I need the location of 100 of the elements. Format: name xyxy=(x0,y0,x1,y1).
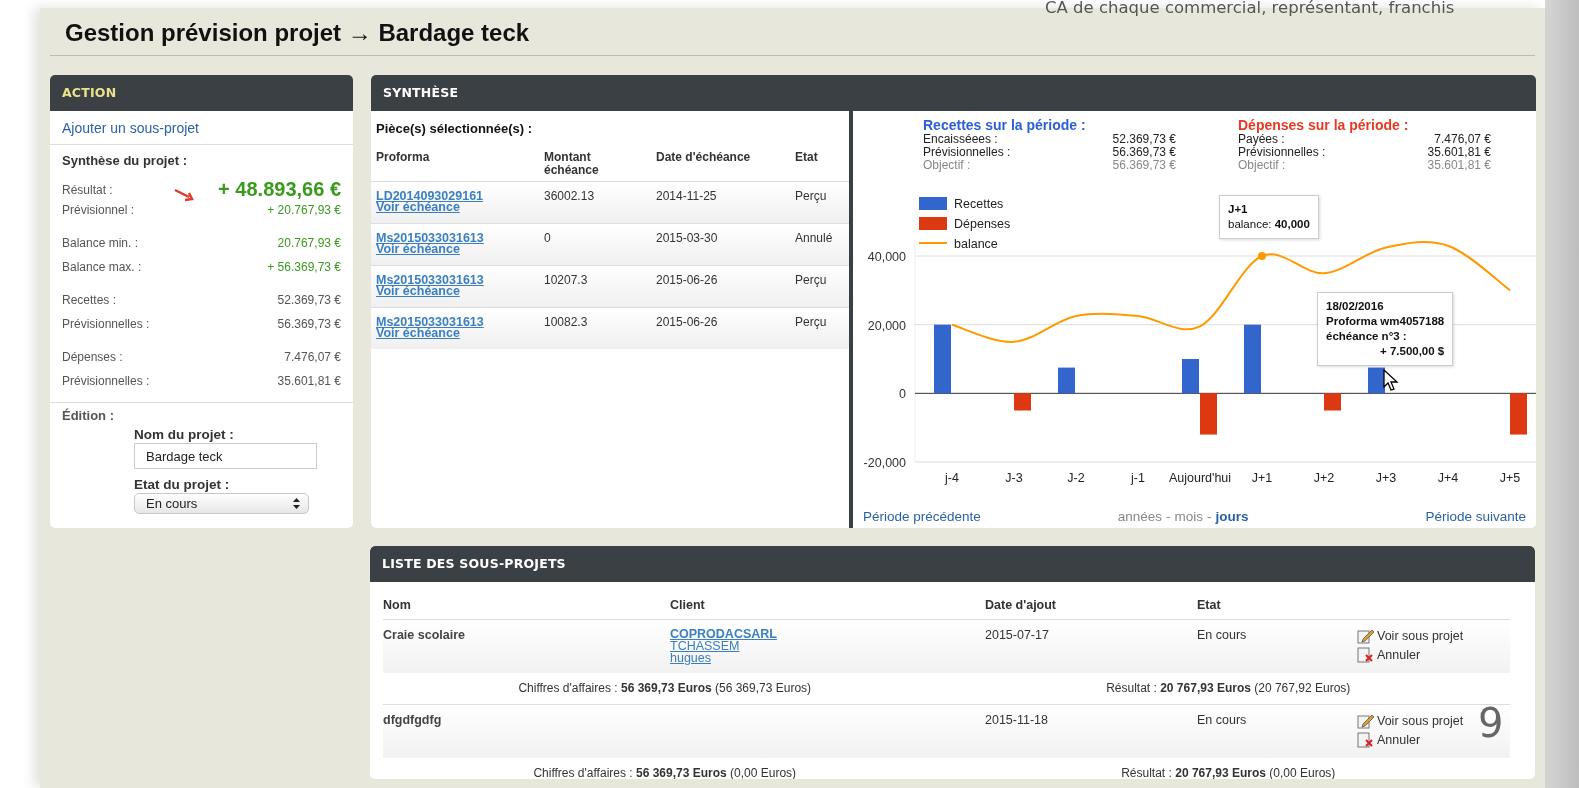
action-link[interactable]: Annuler xyxy=(1357,732,1421,748)
field-label: Etat du projet : xyxy=(134,477,231,492)
slide-caption: CA de chaque commercial, représentant, franchis xyxy=(1045,0,1456,17)
previous-period-link[interactable]: Période précédente xyxy=(863,509,981,524)
document-cross-icon xyxy=(1357,732,1375,748)
period-option[interactable]: jours xyxy=(1215,509,1249,524)
result-summary: Résultat : 20 767,93 Euros (0,00 Euros) xyxy=(1121,766,1336,779)
summary-heading: Synthèse du projet : xyxy=(61,152,188,170)
proforma-link[interactable]: Ms2015033031613 xyxy=(376,317,484,328)
stat-value: 20.767,93 € xyxy=(277,236,341,250)
stat-label: Balance max. : xyxy=(62,260,143,274)
due-link[interactable]: Voir échéance xyxy=(376,286,460,297)
column-header: Client xyxy=(670,598,705,612)
proforma-link[interactable]: LD2014093029161 xyxy=(376,191,484,202)
axis-label: J+4 xyxy=(1437,471,1459,485)
action-link[interactable]: Voir sous projet xyxy=(1357,713,1464,729)
due-link[interactable]: Voir échéance xyxy=(376,328,460,339)
table-cell: 2015-07-17 xyxy=(985,628,1049,642)
client-link[interactable]: TCHASSEM xyxy=(670,640,740,652)
panel-header: ACTION xyxy=(50,75,353,111)
summary-label: Prévisionnelles : xyxy=(923,146,1011,159)
next-period-link[interactable]: Période suivante xyxy=(1425,509,1526,524)
axis-label: 40,000 xyxy=(867,250,906,264)
summary-value: 56.369,73 € xyxy=(1112,159,1176,172)
add-subproject-link[interactable]: Ajouter un sous-projet xyxy=(62,120,199,136)
stat-label: Résultat : xyxy=(62,182,114,197)
legend-label: Dépenses xyxy=(954,217,1011,231)
table-cell: 10082.3 xyxy=(544,315,588,329)
revenue-summary: Chiffres d'affaires : 56 369,73 Euros (0,00 Euros) xyxy=(533,766,797,779)
table-cell: Perçu xyxy=(795,315,827,329)
result-summary: Résultat : 20 767,93 Euros (20 767,92 Euros) xyxy=(1106,681,1351,695)
table-cell: 10207.3 xyxy=(544,273,588,287)
column-header: Etat xyxy=(795,150,818,164)
column-header: Etat xyxy=(1197,598,1221,612)
panel-header: LISTE DES SOUS-PROJETS xyxy=(370,546,1535,582)
arrow-icon xyxy=(174,188,197,202)
table-cell: 2015-03-30 xyxy=(656,231,718,245)
chart-tooltip: 18/02/2016 Proforma wm4057188 échéance n°3 : + 7.500,00 $ xyxy=(1317,291,1454,366)
point-marker xyxy=(1258,252,1266,260)
table-cell: Perçu xyxy=(795,273,827,287)
bar xyxy=(1510,393,1527,435)
stat-label: Prévisionnelles : xyxy=(62,317,151,331)
legend-swatch xyxy=(919,197,947,210)
bar xyxy=(1182,359,1199,394)
axis-label: j-4 xyxy=(945,471,959,485)
edit-icon xyxy=(1357,628,1375,644)
summary-title: Dépenses sur la période : xyxy=(1238,118,1410,133)
column-header: Date d'ajout xyxy=(985,598,1057,612)
table-cell: Perçu xyxy=(795,189,827,203)
summary-label: Encaisséees : xyxy=(923,133,998,146)
name-field[interactable]: Bardage teck xyxy=(134,443,317,469)
table-cell: 2015-06-26 xyxy=(656,273,718,287)
table-cell: 2014-11-25 xyxy=(656,189,717,203)
action-link[interactable]: Annuler xyxy=(1357,647,1421,663)
due-link[interactable]: Voir échéance xyxy=(376,202,460,213)
proforma-link[interactable]: Ms2015033031613 xyxy=(376,275,484,286)
axis-label: J-2 xyxy=(1067,471,1085,485)
column-header: Montant échéance xyxy=(544,151,600,177)
legend-label: Recettes xyxy=(954,197,1004,211)
stat-value: 52.369,73 € xyxy=(277,293,341,307)
column-header: Proforma xyxy=(376,150,430,164)
subproject-name: dfgdfgdfg xyxy=(383,713,442,727)
annotation: 18/02/2016 Proforma wm4057188 échéance n°3 : + 7.500,00 $ xyxy=(1326,299,1445,357)
state-select[interactable]: En cours xyxy=(134,493,309,514)
axis-label: J+2 xyxy=(1313,471,1335,485)
summary-value: 56.369,73 € xyxy=(1112,146,1176,159)
legend-line xyxy=(918,242,948,244)
page-number: 9 xyxy=(1478,700,1504,746)
action-link[interactable]: Voir sous projet xyxy=(1357,628,1464,644)
stat-label: Prévisionnel : xyxy=(62,203,136,217)
client-link[interactable]: COPRODACSARL xyxy=(670,628,777,640)
summary-value: 35.601,81 € xyxy=(1427,159,1491,172)
stat-value: + 20.767,93 € xyxy=(267,203,341,217)
stat-label: Dépenses : xyxy=(62,350,124,364)
table-cell: En cours xyxy=(1197,713,1247,727)
table-cell: En cours xyxy=(1197,628,1247,642)
annotation: J+1 balance: 40,000 xyxy=(1228,203,1310,232)
table-cell: 2015-06-26 xyxy=(656,315,718,329)
due-link[interactable]: Voir échéance xyxy=(376,244,460,255)
proforma-link[interactable]: Ms2015033031613 xyxy=(376,233,484,244)
axis-label: Aujourd'hui xyxy=(1168,471,1232,485)
client-link[interactable]: hugues xyxy=(670,652,711,664)
stat-value: + 48.893,66 € xyxy=(218,178,341,201)
axis-label: 0 xyxy=(899,387,906,402)
separator: - xyxy=(1207,509,1212,524)
document-cross-icon xyxy=(1357,647,1375,663)
bar xyxy=(1244,324,1261,394)
axis-label: 20,000 xyxy=(867,318,906,333)
bar xyxy=(1014,393,1031,411)
axis-label: J+1 xyxy=(1251,471,1273,485)
legend-label: balance xyxy=(954,237,998,251)
field-label: Nom du projet : xyxy=(134,427,235,442)
bar xyxy=(1368,367,1385,394)
summary-title: Recettes sur la période : xyxy=(923,118,1087,133)
table-cell: 2015-11-18 xyxy=(985,713,1048,727)
period-option[interactable]: mois xyxy=(1174,509,1204,524)
summary-label: Objectif : xyxy=(1238,159,1286,172)
table-cell: 36002.13 xyxy=(544,189,595,203)
bar xyxy=(934,324,951,394)
period-option[interactable]: années xyxy=(1117,509,1162,524)
